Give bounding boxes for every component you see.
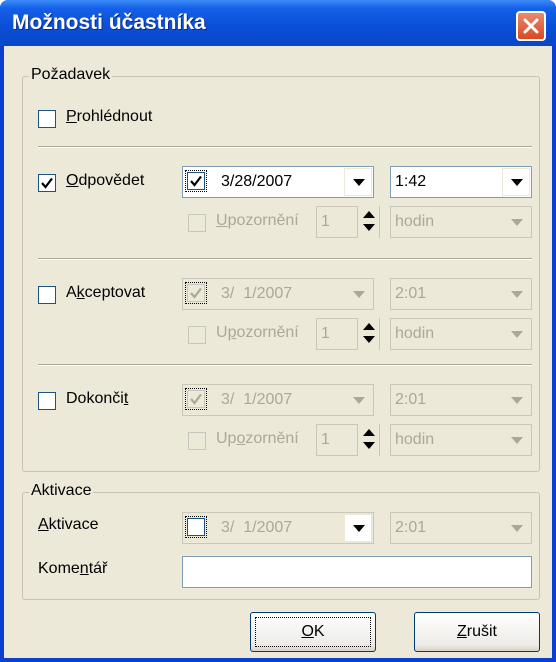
odpovedet-reminder-label: Upozornění	[216, 212, 299, 229]
odpovedet-date-dropdown-button[interactable]	[344, 168, 372, 196]
chevron-down-icon	[353, 397, 365, 404]
spin-buttons[interactable]	[357, 206, 379, 238]
dokoncit-time-dropdown-button[interactable]	[502, 386, 530, 414]
checkmark-icon	[190, 287, 202, 299]
dokoncit-time-select[interactable]: 2:01	[390, 384, 532, 416]
close-icon	[523, 18, 539, 34]
aktivace-date-value: 3/ 1/2007	[221, 519, 293, 536]
akceptovat-reminder-label: Upozornění	[216, 324, 299, 341]
odpovedet-reminder-checkbox[interactable]	[188, 214, 206, 232]
prohlednout-label: Prohlédnout	[66, 108, 153, 125]
arrow-up-icon	[363, 323, 375, 330]
ok-button[interactable]: OK	[250, 612, 376, 652]
aktivace-time-value: 2:01	[395, 519, 427, 536]
komentar-input[interactable]	[182, 556, 532, 588]
checkmark-icon	[41, 177, 53, 189]
aktivace-legend: Aktivace	[29, 482, 94, 500]
prohlednout-checkbox[interactable]	[38, 110, 56, 128]
aktivace-date-checkbox[interactable]	[185, 516, 207, 538]
dialog-window: Možnosti účastníka Požadavek Prohlédnout…	[0, 0, 556, 662]
akceptovat-date-dropdown-button[interactable]	[344, 280, 372, 308]
odpovedet-reminder-value: 1	[321, 213, 330, 230]
arrow-down-icon	[363, 442, 375, 449]
akceptovat-label: Akceptovat	[66, 284, 146, 301]
pozadavek-legend: Požadavek	[29, 66, 113, 84]
chevron-down-icon	[511, 437, 523, 444]
dokoncit-reminder-unit-select[interactable]: hodin	[390, 424, 532, 456]
dokoncit-date-dropdown-button[interactable]	[344, 386, 372, 414]
aktivace-time-dropdown-button[interactable]	[502, 514, 530, 542]
aktivace-time-select[interactable]: 2:01	[390, 512, 532, 544]
odpovedet-reminder-unit-dropdown-button[interactable]	[502, 208, 530, 236]
odpovedet-reminder-unit-value: hodin	[395, 213, 435, 230]
odpovedet-date-value: 3/28/2007	[221, 173, 293, 190]
spin-buttons[interactable]	[357, 318, 379, 350]
dokoncit-date-picker[interactable]: 3/ 1/2007	[182, 384, 374, 416]
chevron-down-icon	[511, 291, 523, 298]
chevron-down-icon	[511, 525, 523, 532]
aktivace-date-dropdown-button[interactable]	[344, 514, 372, 542]
chevron-down-icon	[353, 291, 365, 298]
komentar-label: Komentář	[38, 560, 108, 577]
close-button[interactable]	[516, 11, 546, 41]
akceptovat-time-dropdown-button[interactable]	[502, 280, 530, 308]
odpovedet-date-checkbox[interactable]	[185, 170, 207, 192]
dokoncit-reminder-unit-dropdown-button[interactable]	[502, 426, 530, 454]
arrow-up-icon	[363, 429, 375, 436]
dokoncit-reminder-value: 1	[321, 431, 330, 448]
cancel-button[interactable]: Zrušit	[414, 612, 540, 652]
dokoncit-date-checkbox[interactable]	[185, 388, 207, 410]
window-title: Možnosti účastníka	[12, 11, 206, 34]
akceptovat-date-checkbox[interactable]	[185, 282, 207, 304]
akceptovat-checkbox[interactable]	[38, 286, 56, 304]
title-bar[interactable]: Možnosti účastníka	[0, 0, 556, 46]
odpovedet-label: Odpovědet	[66, 172, 145, 189]
dokoncit-reminder-spinner[interactable]: 1	[316, 424, 380, 456]
dokoncit-time-value: 2:01	[395, 391, 427, 408]
checkmark-icon	[190, 393, 202, 405]
akceptovat-time-select[interactable]: 2:01	[390, 278, 532, 310]
akceptovat-reminder-spinner[interactable]: 1	[316, 318, 380, 350]
dokoncit-reminder-unit-value: hodin	[395, 431, 435, 448]
odpovedet-reminder-unit-select[interactable]: hodin	[390, 206, 532, 238]
aktivace-date-picker[interactable]: 3/ 1/2007	[182, 512, 374, 544]
odpovedet-date-picker[interactable]: 3/28/2007	[182, 166, 374, 198]
odpovedet-reminder-spinner[interactable]: 1	[316, 206, 380, 238]
chevron-down-icon	[511, 331, 523, 338]
chevron-down-icon	[353, 179, 365, 186]
chevron-down-icon	[511, 397, 523, 404]
odpovedet-checkbox[interactable]	[38, 174, 56, 192]
akceptovat-date-picker[interactable]: 3/ 1/2007	[182, 278, 374, 310]
chevron-down-icon	[353, 525, 365, 532]
akceptovat-time-value: 2:01	[395, 285, 427, 302]
dokoncit-checkbox[interactable]	[38, 392, 56, 410]
separator	[38, 258, 532, 260]
akceptovat-reminder-unit-select[interactable]: hodin	[390, 318, 532, 350]
dokoncit-reminder-checkbox[interactable]	[188, 432, 206, 450]
akceptovat-date-value: 3/ 1/2007	[221, 285, 293, 302]
separator	[38, 146, 532, 148]
dialog-body: Požadavek Prohlédnout Odpovědet 3/28/200…	[4, 46, 552, 658]
dokoncit-date-value: 3/ 1/2007	[221, 391, 293, 408]
aktivace-label: Aktivace	[38, 516, 99, 533]
akceptovat-reminder-checkbox[interactable]	[188, 326, 206, 344]
arrow-down-icon	[363, 224, 375, 231]
chevron-down-icon	[511, 219, 523, 226]
akceptovat-reminder-unit-dropdown-button[interactable]	[502, 320, 530, 348]
dokoncit-label: Dokončit	[66, 390, 129, 407]
spin-buttons[interactable]	[357, 424, 379, 456]
focus-rect	[255, 617, 371, 647]
cancel-label: Zrušit	[456, 623, 497, 640]
akceptovat-reminder-value: 1	[321, 325, 330, 342]
arrow-up-icon	[363, 211, 375, 218]
akceptovat-reminder-unit-value: hodin	[395, 325, 435, 342]
separator	[38, 364, 532, 366]
arrow-down-icon	[363, 336, 375, 343]
chevron-down-icon	[511, 179, 523, 186]
odpovedet-time-select[interactable]: 1:42	[390, 166, 532, 198]
odpovedet-time-value: 1:42	[395, 173, 427, 190]
dokoncit-reminder-label: Upozornění	[216, 430, 299, 447]
checkmark-icon	[190, 175, 202, 187]
odpovedet-time-dropdown-button[interactable]	[502, 168, 530, 196]
